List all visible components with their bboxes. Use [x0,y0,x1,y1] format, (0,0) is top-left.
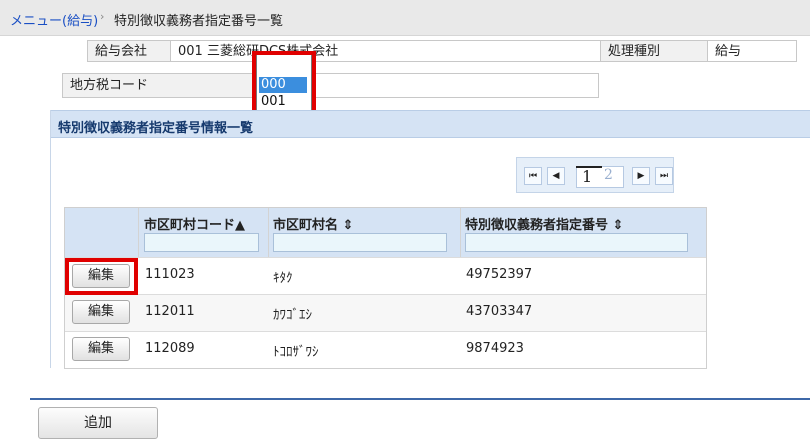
first-page-icon[interactable]: ⏮ [524,167,542,185]
last-page-icon[interactable]: ⏭ [655,167,673,185]
row-number: 43703347 [466,304,533,319]
company-value: 001 三菱総研DCS株式会社 [170,40,601,62]
row-number: 49752397 [466,267,533,282]
page-title: 特別徴収義務者指定番号一覧 [114,14,284,29]
row-name: ﾄｺﾛｻﾞﾜｼ [273,345,319,360]
footer-divider [30,398,810,400]
tax-code-label: 地方税コード [62,73,258,98]
section-title: 特別徴収義務者指定番号情報一覧 [58,121,254,136]
edit-button[interactable]: 編集 [72,337,130,361]
add-button[interactable]: 追加 [38,407,158,439]
filter-number-input[interactable] [465,233,688,252]
row-code: 111023 [145,267,195,282]
row-code: 112089 [145,341,195,356]
breadcrumb-separator-icon: › [100,10,105,23]
company-label: 給与会社 [87,40,171,62]
process-type-value: 給与 [707,40,797,62]
edit-button[interactable]: 編集 [72,300,130,324]
row-code: 112011 [145,304,195,319]
filter-code-input[interactable] [144,233,259,252]
row-name: ｶﾜｺﾞｴｼ [273,308,312,323]
column-header-number[interactable]: 特別徴収義務者指定番号 ⇕ [465,214,623,233]
page-2[interactable]: 2 [604,167,613,183]
process-type-label: 処理種別 [600,40,708,62]
prev-page-icon[interactable]: ◀ [547,167,565,185]
next-page-icon[interactable]: ▶ [632,167,650,185]
row-name: ｷﾀｸ [273,271,293,286]
breadcrumb-menu-link[interactable]: メニュー(給与) [10,10,98,29]
row-number: 9874923 [466,341,524,356]
page-1[interactable]: 1 [582,167,592,186]
edit-button-highlight-box [65,258,138,295]
filter-name-input[interactable] [273,233,447,252]
column-header-name[interactable]: 市区町村名 ⇕ [273,214,353,233]
column-header-code[interactable]: 市区町村コード▲ [144,214,245,233]
dropdown-highlight-box [252,51,316,118]
